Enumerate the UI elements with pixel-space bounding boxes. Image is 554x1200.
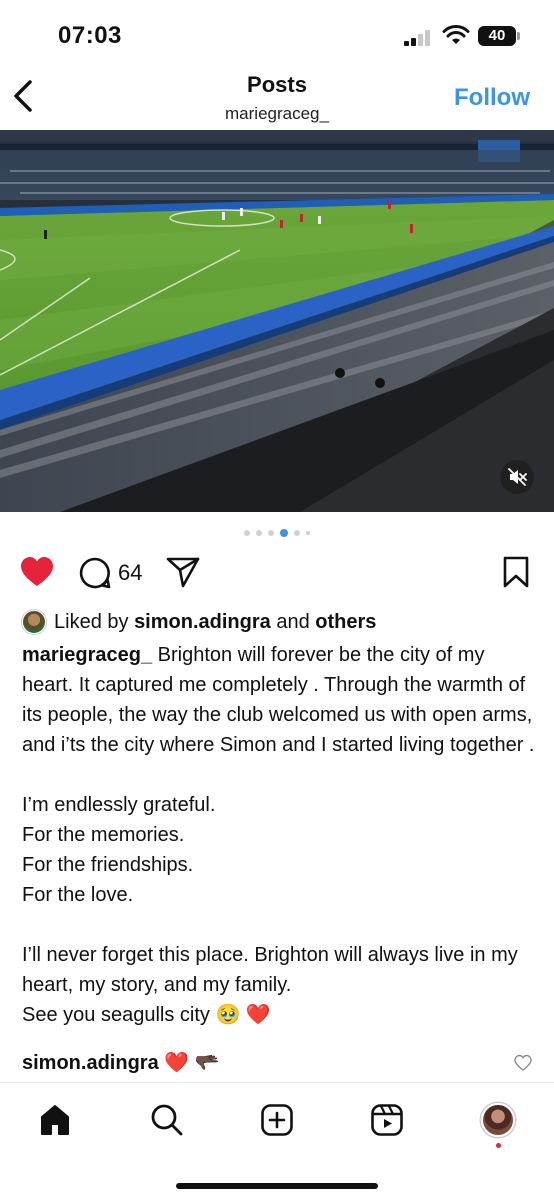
notification-dot bbox=[496, 1143, 501, 1148]
comment-like-icon[interactable] bbox=[514, 1054, 532, 1072]
search-icon[interactable] bbox=[150, 1103, 184, 1137]
speaker-muted-icon bbox=[508, 468, 527, 486]
home-indicator bbox=[176, 1183, 378, 1189]
post-photo[interactable] bbox=[0, 130, 554, 512]
liked-by-text: Liked by simon.adingra and others bbox=[54, 608, 376, 636]
comment-bubble-icon[interactable] bbox=[78, 556, 112, 590]
caption-author[interactable]: mariegraceg_ bbox=[22, 644, 152, 666]
stadium-image bbox=[0, 130, 554, 512]
caption-paragraph: I’m endlessly grateful. bbox=[22, 794, 216, 816]
carousel-dot-active bbox=[280, 529, 288, 537]
status-bar: 07:03 40 bbox=[0, 0, 554, 70]
paper-plane-icon[interactable] bbox=[166, 556, 200, 588]
bottom-nav bbox=[0, 1082, 554, 1200]
liked-by-others[interactable]: others bbox=[315, 611, 376, 633]
caption-paragraph: For the love. bbox=[22, 884, 134, 906]
follow-button[interactable]: Follow bbox=[454, 84, 530, 112]
comment-text: ❤️ 🫳🏿 bbox=[164, 1052, 220, 1074]
wifi-icon bbox=[442, 25, 470, 44]
carousel-dot bbox=[306, 531, 310, 535]
plus-square-icon[interactable] bbox=[260, 1103, 294, 1137]
bookmark-icon[interactable] bbox=[502, 556, 530, 588]
heart-icon[interactable] bbox=[20, 556, 54, 588]
comment-user[interactable]: simon.adingra bbox=[22, 1052, 159, 1074]
caption-paragraph: For the memories. bbox=[22, 824, 185, 846]
home-icon[interactable] bbox=[38, 1103, 72, 1137]
comment-count[interactable]: 64 bbox=[118, 560, 142, 586]
post-caption: mariegraceg_ Brighton will forever be th… bbox=[22, 640, 538, 1030]
carousel-dot bbox=[268, 530, 274, 536]
liked-by-connector: and bbox=[276, 611, 310, 633]
status-time: 07:03 bbox=[58, 22, 122, 49]
top-comment[interactable]: simon.adingra ❤️ 🫳🏿 bbox=[22, 1048, 542, 1078]
carousel-dot bbox=[294, 530, 300, 536]
liker-avatar bbox=[22, 610, 46, 634]
carousel-dot bbox=[256, 530, 262, 536]
liked-by-user[interactable]: simon.adingra bbox=[134, 611, 271, 633]
reels-icon[interactable] bbox=[370, 1103, 404, 1137]
caption-paragraph: For the friendships. bbox=[22, 854, 194, 876]
post-header: Posts mariegraceg_ Follow bbox=[0, 70, 554, 130]
mute-button[interactable] bbox=[500, 460, 534, 494]
carousel-dot bbox=[244, 530, 250, 536]
caption-paragraph: See you seagulls city 🥹 ❤️ bbox=[22, 1004, 271, 1026]
caption-paragraph: I’ll never forget this place. Brighton w… bbox=[22, 944, 518, 996]
profile-avatar[interactable] bbox=[481, 1103, 515, 1137]
battery-indicator: 40 bbox=[478, 26, 520, 46]
carousel-indicator bbox=[0, 529, 554, 539]
liked-by-prefix: Liked by bbox=[54, 611, 129, 633]
post-actions: 64 bbox=[0, 550, 554, 596]
cellular-signal-icon bbox=[404, 30, 434, 46]
